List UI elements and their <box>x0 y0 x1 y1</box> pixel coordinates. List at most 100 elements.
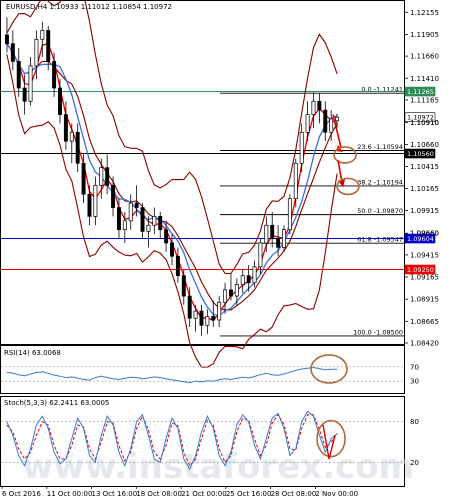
candle-body <box>282 229 286 248</box>
time-tick-label: 11 Oct 00:00 <box>47 490 93 498</box>
candle-body <box>240 275 245 285</box>
candle-body <box>205 316 210 326</box>
price-tick-label: 1.11165 <box>410 96 439 104</box>
price-tick-label: 1.08420 <box>410 340 439 348</box>
candle-body <box>228 289 233 297</box>
candle-body <box>170 242 174 257</box>
candle-body <box>317 100 322 111</box>
candle-body <box>311 100 316 115</box>
candle-body <box>276 238 281 248</box>
candle-body <box>329 118 334 133</box>
candle-body <box>16 61 21 89</box>
candle <box>287 194 292 235</box>
candle-body <box>146 224 151 232</box>
candle-body <box>111 185 116 208</box>
candle-body <box>175 255 180 277</box>
chart-window: www.instaforex.com 1.12155 1.11905 1.11660… <box>0 0 461 500</box>
extra-price-label: 1.09660 <box>410 230 439 238</box>
candle-body <box>122 220 127 231</box>
candle-body <box>211 316 216 321</box>
candle-body <box>69 131 74 142</box>
time-tick-label: 2 Nov 00:00 <box>315 490 358 498</box>
candle-body <box>270 224 275 239</box>
price-tick-label: 1.10660 <box>410 141 439 149</box>
candle-body <box>52 61 57 89</box>
price-tick-label: 1.12155 <box>410 9 439 17</box>
level-price-label: 1.11265 <box>407 88 434 96</box>
stoch-level-label: 20 <box>410 459 419 467</box>
candle-body <box>87 193 92 217</box>
fib-label: 50.0 -1.09870 <box>357 207 403 215</box>
watermark: www.instaforex.com <box>22 447 414 487</box>
candle-body <box>252 266 257 284</box>
watermark-text: www.instaforex.com <box>22 447 414 487</box>
candle-body <box>34 38 39 67</box>
price-tick-label: 1.09415 <box>410 251 439 259</box>
time-tick-label: 18 Oct 08:00 <box>136 490 182 498</box>
rsi-label: RSI(14) 63.0068 <box>4 349 61 357</box>
price-panel <box>0 0 405 345</box>
price-tick-label: 1.11660 <box>410 53 439 61</box>
candle-body <box>199 310 204 326</box>
candle-body <box>264 224 269 244</box>
candle-body <box>305 114 310 133</box>
candle-body <box>234 284 239 297</box>
stoch-level-label: 80 <box>410 418 419 426</box>
candle-body <box>223 289 228 303</box>
candle-body <box>116 207 121 231</box>
fib-label: 38.2 -1.10194 <box>357 178 403 186</box>
time-tick-label: 21 Oct 00:00 <box>181 490 227 498</box>
candle-body <box>258 242 263 268</box>
chart-svg: www.instaforex.com 1.12155 1.11905 1.11660… <box>0 0 439 498</box>
candle-body <box>46 30 51 62</box>
price-tick-label: 1.11905 <box>410 31 439 39</box>
price-tick-label: 1.08665 <box>410 318 439 326</box>
candle-body <box>293 162 298 200</box>
candle-body <box>152 216 157 226</box>
candle-body <box>299 131 304 164</box>
candle-body <box>246 275 251 284</box>
extra-price-label: 1.10910 <box>410 119 439 127</box>
rsi-level-label: 30 <box>410 378 419 386</box>
candle-body <box>128 202 133 222</box>
time-tick-label: 25 Oct 16:00 <box>226 490 272 498</box>
fib-label: 100.0 -1.08500 <box>353 328 403 336</box>
candle-body <box>93 185 98 217</box>
time-tick-label: 6 Oct 2016 <box>2 490 41 498</box>
fib-label: 61.8 -1.09547 <box>357 236 403 244</box>
candle-body <box>164 229 169 244</box>
candle-body <box>40 30 45 40</box>
level-price-label: 1.10560 <box>407 150 434 158</box>
candle-body <box>58 87 62 115</box>
candle-body <box>158 216 163 231</box>
stochastic-label: Stoch(5,3,3) 62.2411 63.0005 <box>4 399 109 407</box>
price-axis: 1.12155 1.11905 1.11660 1.11410 1.11165 1.109… <box>404 9 439 348</box>
price-tick-label: 1.09165 <box>410 274 439 282</box>
candle-body <box>134 202 139 208</box>
candle-body <box>22 87 27 102</box>
candle-body <box>217 301 222 321</box>
price-tick-label: 1.10165 <box>410 185 439 193</box>
candle-body <box>63 114 68 142</box>
price-tick-label: 1.08915 <box>410 296 439 304</box>
candle-body <box>187 295 192 319</box>
candle-body <box>140 207 145 232</box>
candle-body <box>75 131 80 164</box>
rsi-level-label: 70 <box>410 363 419 371</box>
candle-body <box>10 43 15 62</box>
fib-label: 23.6 -1.10594 <box>357 143 403 151</box>
time-axis: 6 Oct 2016 11 Oct 00:00 13 Oct 16:00 18 Oct… <box>1 486 358 498</box>
candle-body <box>193 310 198 319</box>
price-tick-label: 1.10415 <box>410 163 439 171</box>
candle-body <box>181 275 186 297</box>
price-tick-label: 1.09915 <box>410 207 439 215</box>
time-tick-label: 13 Oct 16:00 <box>92 490 138 498</box>
chart-header: EURUSD,H4 1.10933 1.11012 1.10854 1.1097… <box>6 3 172 11</box>
candle-body <box>287 198 292 231</box>
level-price-label: 1.09250 <box>407 266 434 274</box>
rsi-panel <box>0 345 405 394</box>
candle-body <box>323 109 328 133</box>
candle-body <box>28 65 33 102</box>
candle-body <box>99 167 104 186</box>
fib-label: 0.0 -1.11241 <box>361 86 403 94</box>
